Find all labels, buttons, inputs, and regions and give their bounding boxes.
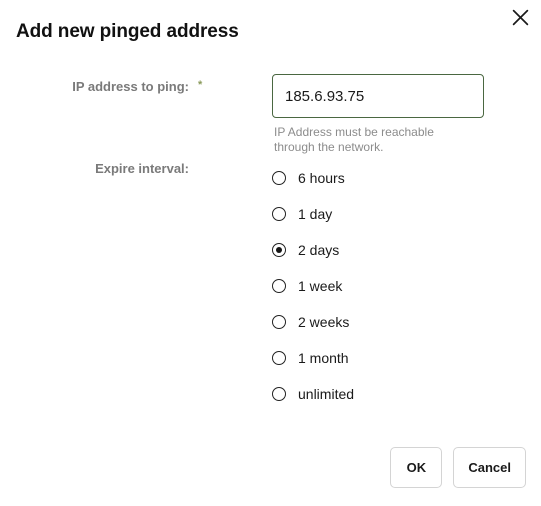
radio-label: 1 month — [298, 350, 349, 366]
close-icon[interactable] — [507, 4, 533, 30]
add-pinged-address-dialog: Add new pinged address IP address to pin… — [0, 0, 541, 506]
ip-address-label: IP address to ping: — [72, 79, 189, 94]
radio-option-unlimited[interactable]: unlimited — [272, 382, 354, 406]
radio-option-6-hours[interactable]: 6 hours — [272, 166, 354, 190]
required-marker: * — [198, 79, 203, 91]
radio-mark-icon — [272, 207, 286, 221]
radio-option-2-days[interactable]: 2 days — [272, 238, 354, 262]
expire-interval-radio-group: 6 hours 1 day 2 days 1 week 2 weeks 1 mo… — [272, 166, 354, 418]
radio-option-1-day[interactable]: 1 day — [272, 202, 354, 226]
page-title: Add new pinged address — [16, 21, 239, 42]
radio-option-1-week[interactable]: 1 week — [272, 274, 354, 298]
ip-address-input[interactable] — [272, 74, 484, 118]
radio-mark-icon — [272, 315, 286, 329]
radio-label: 1 week — [298, 278, 343, 294]
radio-label: 2 weeks — [298, 314, 350, 330]
radio-mark-icon — [272, 387, 286, 401]
ip-address-helper-text: IP Address must be reachable through the… — [274, 125, 434, 154]
radio-mark-icon — [272, 279, 286, 293]
ok-button[interactable]: OK — [390, 447, 443, 488]
cancel-button[interactable]: Cancel — [453, 447, 526, 488]
radio-mark-icon — [272, 243, 286, 257]
radio-label: 2 days — [298, 242, 340, 258]
radio-label: unlimited — [298, 386, 355, 402]
radio-option-2-weeks[interactable]: 2 weeks — [272, 310, 354, 334]
radio-option-1-month[interactable]: 1 month — [272, 346, 354, 370]
dialog-footer: OK Cancel — [390, 447, 526, 488]
radio-mark-icon — [272, 351, 286, 365]
radio-label: 1 day — [298, 206, 333, 222]
radio-label: 6 hours — [298, 170, 345, 186]
radio-mark-icon — [272, 171, 286, 185]
expire-interval-label: Expire interval: — [95, 161, 189, 176]
